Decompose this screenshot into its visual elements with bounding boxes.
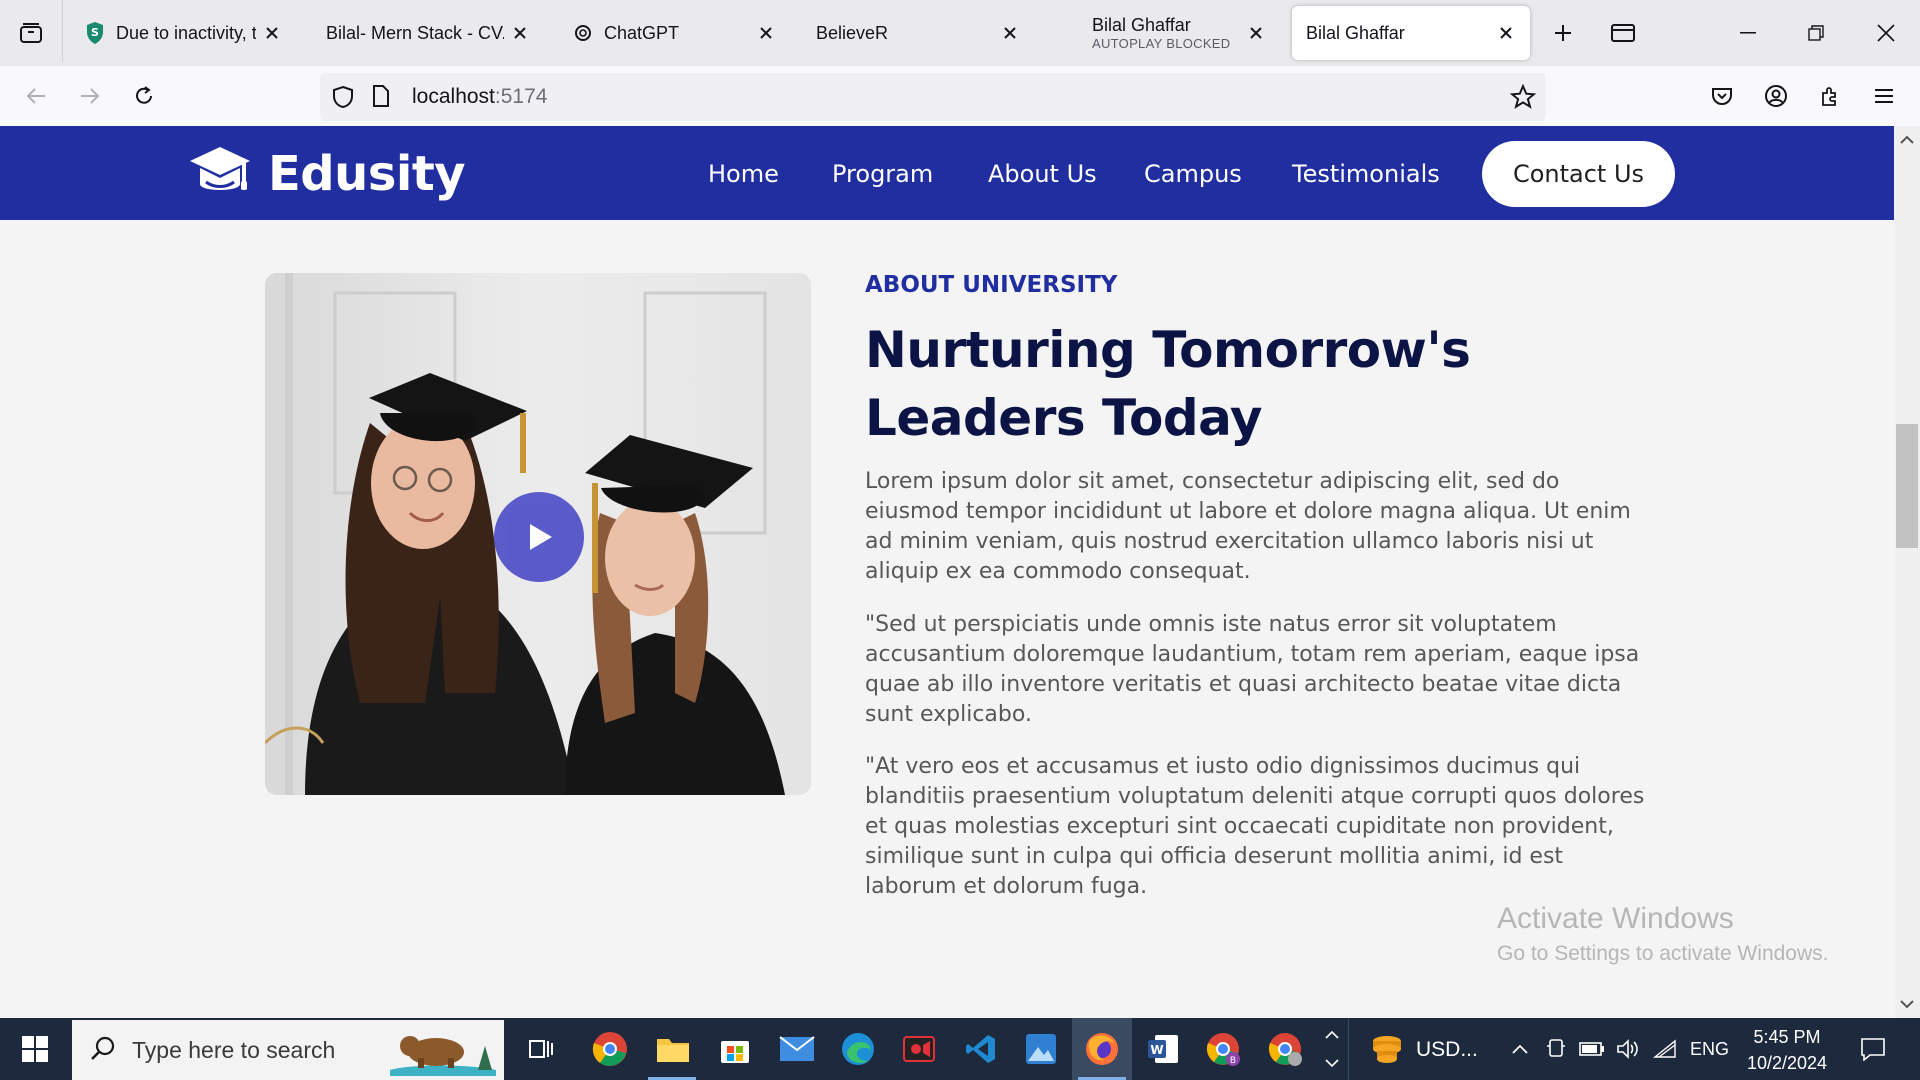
page-viewport: Edusity Home Program About Us Campus Tes… — [0, 126, 1894, 1018]
url-bar[interactable]: localhost:5174 — [320, 73, 1546, 121]
scroll-up-icon[interactable] — [1899, 132, 1915, 148]
task-view-icon[interactable] — [518, 1026, 564, 1072]
about-paragraph-1: Lorem ipsum dolor sit amet, consectetur … — [865, 469, 1631, 584]
windows-start-icon[interactable] — [0, 1018, 70, 1080]
graduation-cap-icon — [188, 144, 252, 204]
close-icon[interactable] — [756, 23, 776, 43]
play-video-button[interactable] — [494, 492, 584, 582]
openai-icon — [572, 22, 594, 44]
nav-link-testimonials[interactable]: Testimonials — [1292, 160, 1440, 188]
tab-subtitle: AUTOPLAY BLOCKED — [1092, 35, 1231, 51]
browser-toolbar: localhost:5174 — [0, 66, 1920, 126]
close-icon[interactable] — [262, 23, 282, 43]
browser-tab-strip: S Due to inactivity, the Bilal- Mern Sta… — [0, 0, 1920, 66]
svg-text:S: S — [91, 26, 99, 39]
taskbar-clock[interactable]: 5:45 PM 10/2/2024 — [1738, 1024, 1836, 1076]
screen-recorder-icon[interactable] — [896, 1026, 942, 1072]
search-placeholder: Type here to search — [132, 1036, 336, 1063]
search-icon — [90, 1035, 116, 1066]
reload-icon[interactable] — [126, 78, 162, 114]
about-paragraph-2: "Sed ut perspiciatis unde omnis iste nat… — [865, 612, 1640, 727]
tab-4[interactable]: BelieveR — [802, 6, 1034, 60]
account-icon[interactable] — [1758, 78, 1794, 114]
file-explorer-icon[interactable] — [650, 1026, 696, 1072]
close-icon[interactable] — [1496, 23, 1516, 43]
tab-3[interactable]: ChatGPT — [558, 6, 790, 60]
currency-label[interactable]: USD... — [1416, 1038, 1478, 1062]
page-scrollbar[interactable] — [1894, 126, 1920, 1018]
play-icon — [530, 524, 552, 550]
svg-text:B: B — [1230, 1056, 1236, 1066]
tab-list-icon[interactable] — [14, 16, 48, 50]
firefox-icon[interactable] — [1079, 1026, 1125, 1072]
tab-5[interactable]: Bilal Ghaffar AUTOPLAY BLOCKED — [1078, 6, 1280, 60]
restore-icon[interactable] — [1786, 10, 1846, 56]
watermark-subtitle: Go to Settings to activate Windows. — [1497, 942, 1829, 965]
chrome-profile-icon[interactable] — [1262, 1026, 1308, 1072]
close-icon[interactable] — [1000, 23, 1020, 43]
site-logo[interactable]: Edusity — [188, 144, 466, 204]
shield-s-icon: S — [84, 22, 106, 44]
windows-taskbar: Type here to search W B USD... ENG 5:45 … — [0, 1018, 1920, 1080]
bookmark-star-icon[interactable] — [1509, 83, 1537, 115]
about-video-thumbnail[interactable] — [265, 273, 811, 795]
watermark-title: Activate Windows — [1497, 902, 1734, 935]
back-icon[interactable] — [18, 78, 54, 114]
tab-title: BelieveR — [816, 22, 889, 43]
pocket-icon[interactable] — [1704, 78, 1740, 114]
nav-link-home[interactable]: Home — [708, 160, 779, 188]
close-window-icon[interactable] — [1856, 10, 1916, 56]
nav-link-about-us[interactable]: About Us — [988, 160, 1097, 188]
chrome-profile-b-icon[interactable]: B — [1200, 1026, 1246, 1072]
section-label: ABOUT UNIVERSITY — [865, 272, 1118, 298]
brand-name: Edusity — [268, 146, 466, 202]
new-tab-icon[interactable] — [1546, 16, 1580, 50]
tab-6-active[interactable]: Bilal Ghaffar — [1292, 6, 1530, 60]
activate-windows-watermark: Activate Windows Go to Settings to activ… — [1497, 902, 1829, 966]
tab-title: ChatGPT — [604, 22, 680, 43]
close-icon[interactable] — [510, 23, 530, 43]
menu-icon[interactable] — [1866, 78, 1902, 114]
chrome-icon[interactable] — [587, 1026, 633, 1072]
section-title: Nurturing Tomorrow's Leaders Today — [865, 321, 1471, 447]
forward-icon[interactable] — [72, 78, 108, 114]
tab-title: Bilal Ghaffar — [1306, 22, 1405, 43]
bear-illustration-icon — [390, 1026, 496, 1080]
word-icon[interactable]: W — [1140, 1026, 1186, 1072]
edge-icon[interactable] — [835, 1026, 881, 1072]
svg-text:W: W — [1150, 1043, 1163, 1057]
extensions-icon[interactable] — [1812, 78, 1848, 114]
minimize-icon[interactable] — [1718, 10, 1778, 56]
tab-title: Due to inactivity, the — [116, 22, 256, 43]
taskbar-scroll-arrows[interactable] — [1318, 1022, 1346, 1076]
tab-1[interactable]: S Due to inactivity, the — [70, 6, 296, 60]
mail-icon[interactable] — [774, 1026, 820, 1072]
microsoft-store-icon[interactable] — [712, 1026, 758, 1072]
tab-title: Bilal Ghaffar — [1092, 15, 1191, 35]
scroll-thumb[interactable] — [1896, 424, 1918, 548]
site-header: Edusity Home Program About Us Campus Tes… — [0, 126, 1894, 220]
currency-coins-icon[interactable] — [1364, 1026, 1410, 1072]
tab-2[interactable]: Bilal- Mern Stack - CV.p — [312, 6, 544, 60]
notifications-icon[interactable] — [1848, 1026, 1898, 1072]
nav-link-campus[interactable]: Campus — [1144, 160, 1242, 188]
contact-us-button[interactable]: Contact Us — [1482, 141, 1675, 207]
photos-icon[interactable] — [1018, 1026, 1064, 1072]
date-text: 10/2/2024 — [1746, 1053, 1828, 1073]
nav-link-program[interactable]: Program — [832, 160, 933, 188]
firefox-view-icon[interactable] — [1606, 16, 1640, 50]
tracking-shield-icon[interactable] — [332, 85, 354, 114]
wifi-icon[interactable] — [1643, 1026, 1687, 1072]
page-icon — [372, 85, 390, 112]
vscode-icon[interactable] — [958, 1026, 1004, 1072]
language-indicator[interactable]: ENG — [1690, 1039, 1729, 1060]
about-paragraph-3: "At vero eos et accusamus et iusto odio … — [865, 754, 1645, 899]
taskbar-search[interactable]: Type here to search — [72, 1020, 504, 1080]
scroll-down-icon[interactable] — [1899, 996, 1915, 1012]
tab-title: Bilal- Mern Stack - CV.p — [326, 22, 504, 43]
close-icon[interactable] — [1246, 23, 1266, 43]
time-text: 5:45 PM — [1753, 1027, 1821, 1047]
url-text[interactable]: localhost:5174 — [412, 85, 547, 109]
